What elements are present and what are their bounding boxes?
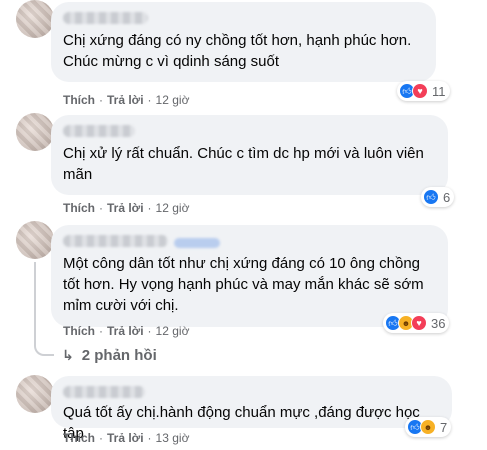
reaction-count: 7 (440, 419, 448, 435)
reaction-count: 6 (443, 189, 451, 205)
timestamp[interactable]: 12 giờ (156, 324, 190, 338)
avatar[interactable] (16, 375, 54, 413)
heart-icon: ♥ (412, 83, 428, 99)
separator: · (99, 201, 103, 215)
separator: · (99, 324, 103, 338)
comment-bubble: Một công dân tốt như chị xứng đáng có 10… (51, 225, 448, 327)
heart-icon: ♥ (411, 315, 427, 331)
thumbs-up-icon: 👍︎ (423, 189, 439, 205)
avatar[interactable] (16, 0, 54, 38)
reply-arrow-icon: ↳ (62, 347, 74, 363)
separator: · (147, 324, 152, 338)
comment-text: Một công dân tốt như chị xứng đáng có 10… (63, 255, 424, 314)
reply-button[interactable]: Trả lời (107, 93, 144, 107)
view-replies-button[interactable]: ↳ 2 phản hồi (62, 347, 157, 364)
timestamp[interactable]: 12 giờ (156, 93, 190, 107)
timestamp[interactable]: 13 giờ (156, 431, 190, 445)
separator: · (147, 93, 152, 107)
reaction-summary[interactable]: 👍︎ ☻ ♥ 36 (383, 313, 450, 333)
separator: · (99, 93, 103, 107)
separator: · (147, 201, 152, 215)
author-badge[interactable] (174, 238, 220, 248)
comment-text: Chị xử lý rất chuẩn. Chúc c tìm dc hp mớ… (63, 145, 424, 183)
comment-bubble: Chị xử lý rất chuẩn. Chúc c tìm dc hp mớ… (51, 115, 448, 195)
reply-button[interactable]: Trả lời (107, 201, 144, 215)
author-name[interactable] (63, 125, 135, 137)
comment-bubble: Chị xứng đáng có ny chồng tốt hơn, hạnh … (51, 2, 436, 82)
comment-actions: Thích · Trả lời · 12 giờ (63, 93, 189, 107)
reaction-summary[interactable]: 👍︎ ☻ 7 (405, 417, 452, 437)
reaction-count: 36 (431, 315, 446, 331)
reply-button[interactable]: Trả lời (107, 324, 144, 338)
timestamp[interactable]: 12 giờ (156, 201, 190, 215)
comment-bubble: Quá tốt ấy chị.hành động chuẩn mực ,đáng… (51, 376, 452, 442)
comment-actions: Thích · Trả lời · 12 giờ (63, 201, 189, 215)
separator: · (99, 431, 103, 445)
reply-button[interactable]: Trả lời (107, 431, 144, 445)
author-row (63, 233, 436, 253)
replies-label: 2 phản hồi (81, 347, 157, 364)
like-button[interactable]: Thích (63, 324, 95, 338)
avatar[interactable] (16, 113, 54, 151)
avatar[interactable] (16, 221, 54, 259)
like-button[interactable]: Thích (63, 93, 95, 107)
reaction-summary[interactable]: 👍︎ ♥ 11 (397, 81, 450, 101)
separator: · (147, 431, 152, 445)
comment-actions: Thích · Trả lời · 13 giờ (63, 431, 189, 445)
author-name[interactable] (63, 235, 168, 247)
comment-actions: Thích · Trả lời · 12 giờ (63, 324, 189, 338)
author-name[interactable] (63, 12, 148, 24)
reaction-summary[interactable]: 👍︎ 6 (421, 187, 455, 207)
like-button[interactable]: Thích (63, 431, 95, 445)
author-name[interactable] (63, 386, 145, 398)
like-button[interactable]: Thích (63, 201, 95, 215)
reaction-count: 11 (432, 83, 446, 99)
comment-text: Chị xứng đáng có ny chồng tốt hơn, hạnh … (63, 32, 412, 70)
laughing-face-icon: ☻ (420, 419, 436, 435)
